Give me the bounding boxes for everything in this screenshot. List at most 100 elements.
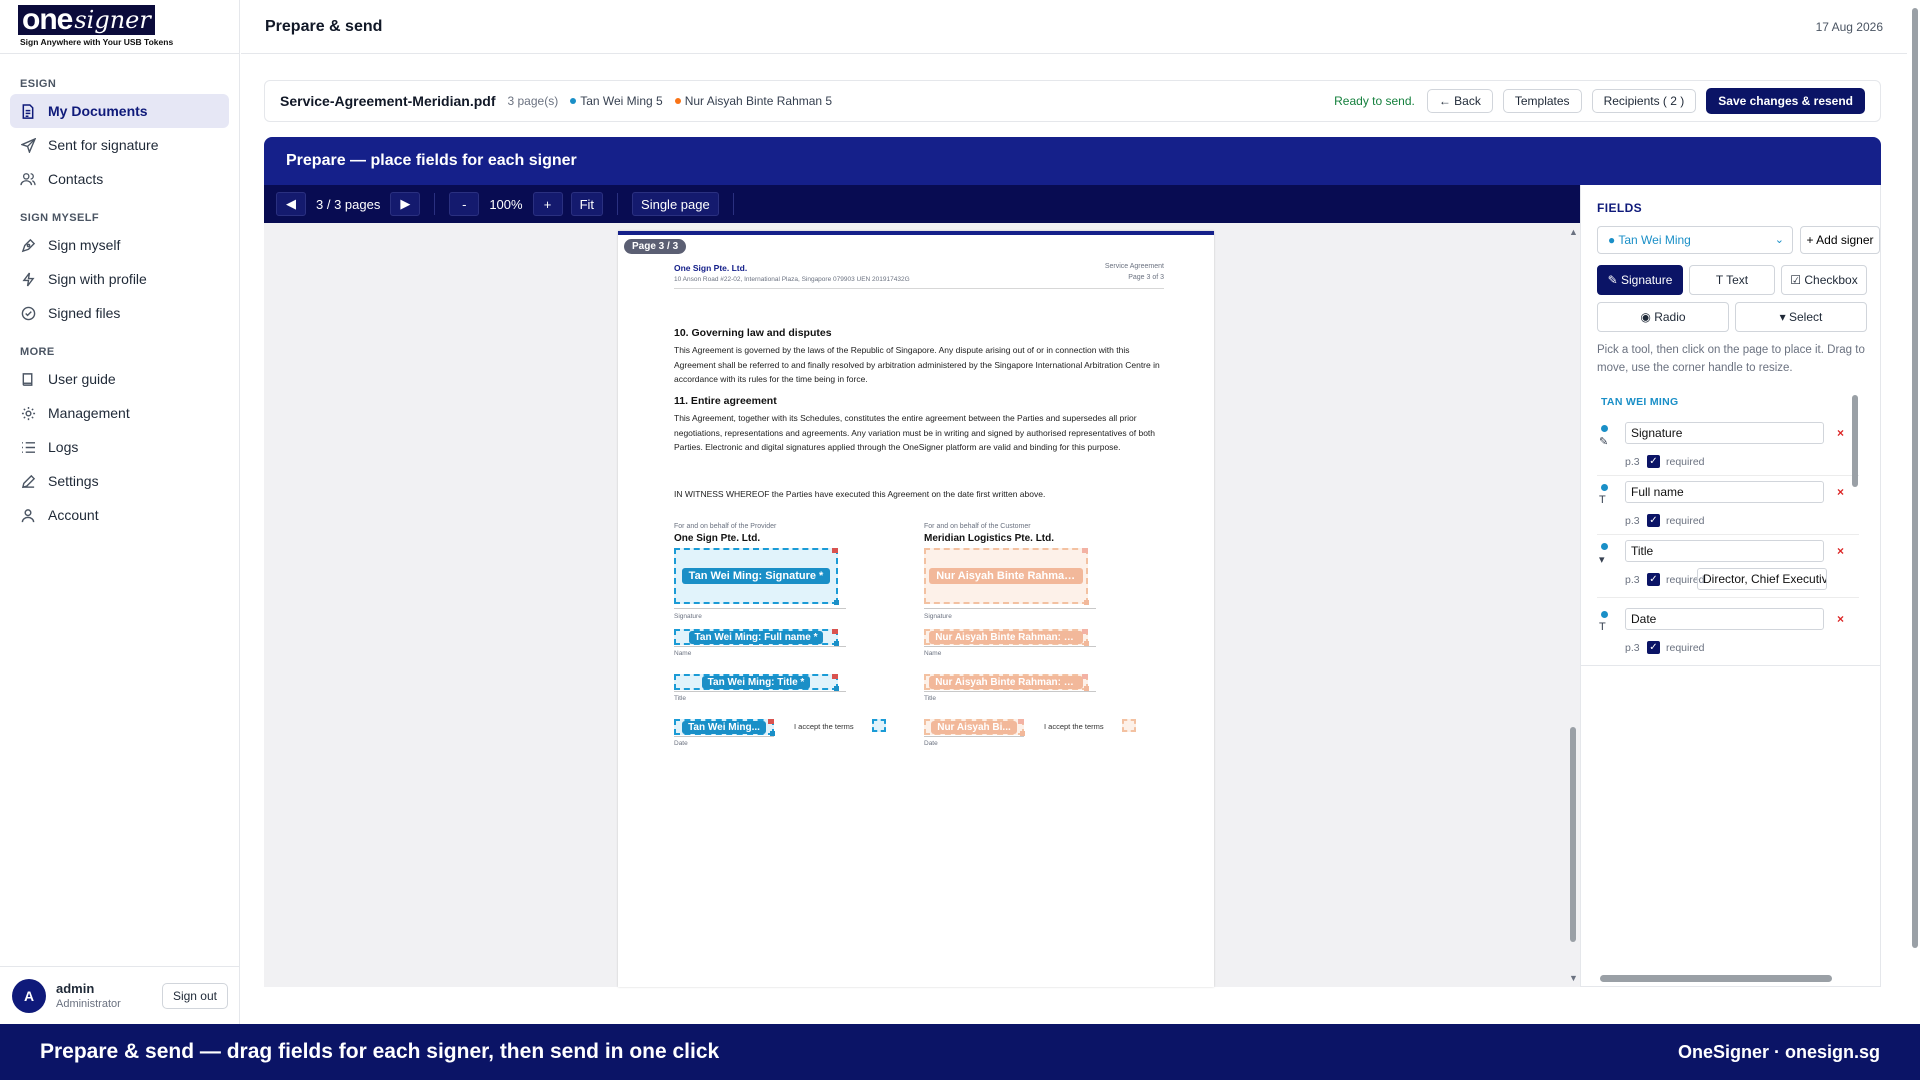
field-resize-handle[interactable] <box>834 600 839 605</box>
field-nur-title[interactable]: Nur Aisyah Binte Rahman: Title * <box>924 674 1089 691</box>
field-label: Tan Wei Ming: Full name * <box>688 630 824 644</box>
field-name-input[interactable]: Date <box>1625 608 1824 630</box>
signer-chip-label: Nur Aisyah Binte Rahman 5 <box>684 94 833 108</box>
fields-list-scrollbar[interactable] <box>1852 395 1858 487</box>
delete-field-icon[interactable]: × <box>1837 612 1844 626</box>
list-icon <box>20 439 36 455</box>
sidebar-item-management[interactable]: Management <box>10 396 229 430</box>
sidebar-item-my-documents[interactable]: My Documents <box>10 94 229 128</box>
field-delete-handle[interactable] <box>1082 548 1088 553</box>
sidebar-item-sent-for-signature[interactable]: Sent for signature <box>10 128 229 162</box>
field-name-input[interactable]: Title <box>1625 540 1824 562</box>
sidebar-item-contacts[interactable]: Contacts <box>10 162 229 196</box>
pencil-icon <box>20 473 36 489</box>
zoom-out-button[interactable]: - <box>449 192 480 216</box>
field-tan-full-name[interactable]: Tan Wei Ming: Full name * <box>674 629 839 646</box>
field-nur-full-name[interactable]: Nur Aisyah Binte Rahman: Full na... <box>924 629 1089 646</box>
field-label: Tan Wei Ming: Title * <box>701 675 811 689</box>
field-delete-handle[interactable] <box>768 719 774 724</box>
field-delete-handle[interactable] <box>1082 674 1088 679</box>
current-date: 17 Aug 2026 <box>1815 19 1883 34</box>
back-button[interactable]: ← Back <box>1426 89 1493 113</box>
field-name-input[interactable]: Full name <box>1625 481 1824 503</box>
fields-panel-horizontal-scrollbar[interactable] <box>1600 975 1832 982</box>
viewer-scrollbar[interactable]: ▲ ▼ <box>1568 227 1578 985</box>
field-label: Nur Aisyah Binte Rahman: Sig... <box>929 568 1083 584</box>
logo[interactable]: onesigner Sign Anywhere with Your USB To… <box>0 0 239 54</box>
required-checkbox[interactable]: ✓ <box>1647 641 1660 654</box>
tool-text[interactable]: T Text <box>1689 265 1775 295</box>
logo-mark: onesigner <box>18 5 155 35</box>
sidebar-item-label: Sign myself <box>48 237 121 253</box>
next-page-button[interactable]: ▶ <box>390 192 421 216</box>
field-tan-checkbox[interactable] <box>872 719 886 732</box>
sidebar-item-label: Logs <box>48 439 79 455</box>
window-scroll-thumb[interactable] <box>1912 8 1918 948</box>
save-and-resend-button[interactable]: Save changes & resend <box>1706 88 1865 114</box>
footer-brand: OneSigner · onesign.sg <box>1677 1041 1880 1062</box>
pdf-page[interactable]: Page 3 / 3 One Sign Pte. Ltd. 10 Anson R… <box>618 231 1214 987</box>
viewer-scroll-thumb[interactable] <box>1570 727 1576 942</box>
sidebar-item-sign-with-profile[interactable]: Sign with profile <box>10 262 229 296</box>
name-caption: Name <box>924 650 942 657</box>
tool-checkbox[interactable]: ☑ Checkbox <box>1781 265 1867 295</box>
nav-section-esign: ESIGN <box>20 78 57 90</box>
tool-radio[interactable]: ◉ Radio <box>1597 302 1729 332</box>
field-delete-handle[interactable] <box>832 548 838 553</box>
sidebar-item-signed-files[interactable]: Signed files <box>10 296 229 330</box>
required-checkbox[interactable]: ✓ <box>1647 573 1660 586</box>
field-nur-date[interactable]: Nur Aisyah Bi... <box>924 719 1025 736</box>
zoom-in-button[interactable]: + <box>532 192 563 216</box>
scroll-down-arrow[interactable]: ▼ <box>1569 973 1578 983</box>
field-delete-handle[interactable] <box>832 629 838 634</box>
field-row-full-name: T Full name × p.3 ✓ required <box>1597 481 1859 535</box>
scroll-up-arrow[interactable]: ▲ <box>1569 227 1578 237</box>
field-label: Tan Wei Ming: Signature * <box>681 568 831 584</box>
page-indicator: 3 / 3 pages <box>316 196 381 212</box>
field-delete-handle[interactable] <box>1018 719 1024 724</box>
delete-field-icon[interactable]: × <box>1837 426 1844 440</box>
fit-button[interactable]: Fit <box>570 192 604 216</box>
field-tan-date[interactable]: Tan Wei Ming... <box>674 719 775 736</box>
delete-field-icon[interactable]: × <box>1837 544 1844 558</box>
field-label: Nur Aisyah Binte Rahman: Title * <box>929 675 1083 689</box>
document-viewer[interactable]: Page 3 / 3 One Sign Pte. Ltd. 10 Anson R… <box>264 223 1580 987</box>
zoom-level: 100% <box>489 196 523 212</box>
delete-field-icon[interactable]: × <box>1837 485 1844 499</box>
window-scrollbar[interactable] <box>1910 0 1920 1024</box>
tool-signature[interactable]: ✎ Signature <box>1597 265 1683 295</box>
sidebar-item-user-guide[interactable]: User guide <box>10 362 229 396</box>
recipients-button[interactable]: Recipients ( 2 ) <box>1591 89 1697 113</box>
add-signer-button[interactable]: + Add signer <box>1800 226 1880 254</box>
field-resize-handle[interactable] <box>1084 600 1089 605</box>
templates-button[interactable]: Templates <box>1502 89 1582 113</box>
field-tan-title[interactable]: Tan Wei Ming: Title * <box>674 674 839 691</box>
sidebar-item-label: Management <box>48 405 130 421</box>
sidebar-item-settings[interactable]: Settings <box>10 464 229 498</box>
sidebar-item-sign-myself[interactable]: Sign myself <box>10 228 229 262</box>
prev-page-button[interactable]: ◀ <box>276 192 306 216</box>
field-name-input[interactable]: Signature <box>1625 422 1824 444</box>
sidebar-item-logs[interactable]: Logs <box>10 430 229 464</box>
check-circle-icon <box>20 305 36 321</box>
field-tan-signature[interactable]: Tan Wei Ming: Signature * <box>674 548 839 605</box>
field-nur-checkbox[interactable] <box>1122 719 1136 732</box>
sign-out-button[interactable]: Sign out <box>161 982 228 1009</box>
page-title: Prepare & send <box>265 17 383 35</box>
required-checkbox[interactable]: ✓ <box>1647 514 1660 527</box>
tool-select[interactable]: ▾ Select <box>1735 302 1867 332</box>
field-delete-handle[interactable] <box>1082 629 1088 634</box>
field-page: p.3 <box>1625 642 1640 654</box>
pdf-company-name: One Sign Pte. Ltd. <box>674 263 748 273</box>
single-page-button[interactable]: Single page <box>632 192 719 216</box>
field-default-value-input[interactable]: Director, Chief Executive <box>1697 568 1827 590</box>
signer-select[interactable]: ● Tan Wei Ming ⌄ <box>1597 226 1793 254</box>
field-delete-handle[interactable] <box>832 674 838 679</box>
sidebar-item-account[interactable]: Account <box>10 498 229 532</box>
text-type-icon: T <box>1599 621 1606 633</box>
date-caption: Date <box>924 740 938 747</box>
signer-color-dot <box>1601 425 1608 432</box>
sidebar: onesigner Sign Anywhere with Your USB To… <box>0 0 240 1024</box>
field-nur-signature[interactable]: Nur Aisyah Binte Rahman: Sig... <box>924 548 1089 605</box>
required-checkbox[interactable]: ✓ <box>1647 455 1660 468</box>
